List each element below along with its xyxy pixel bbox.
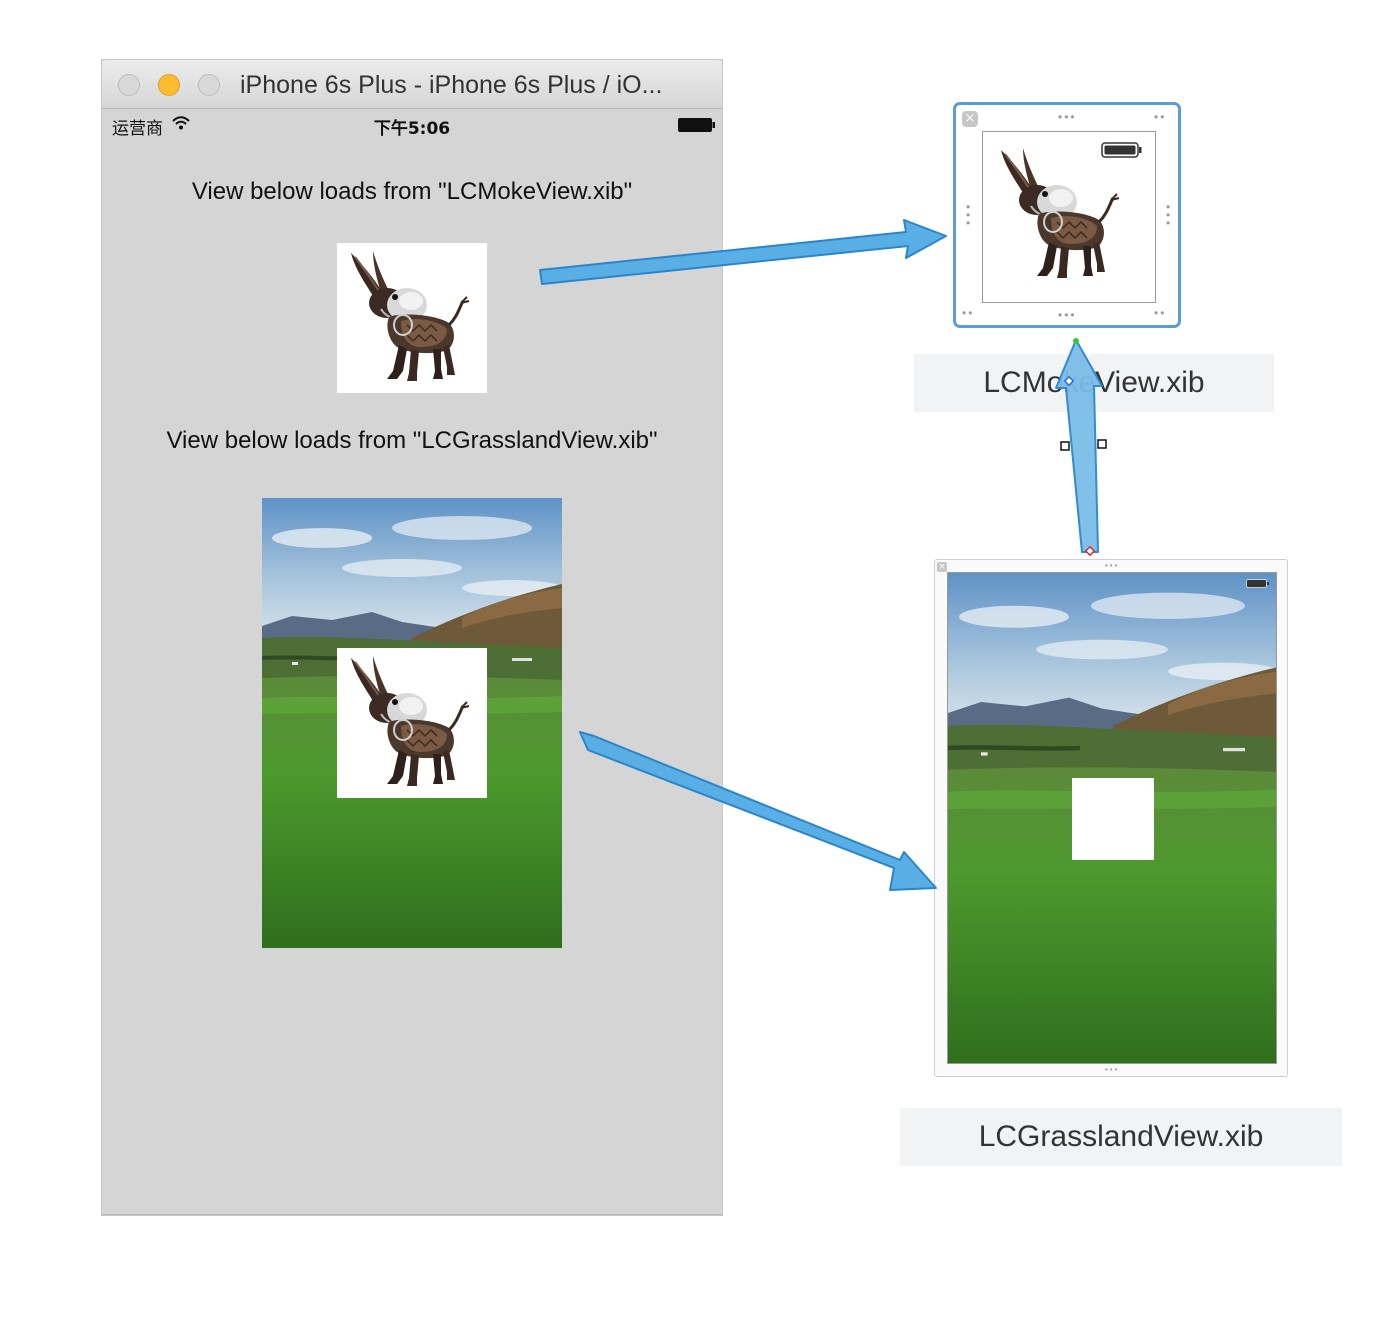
grassland-view-root[interactable] [947,572,1277,1064]
moke-view-placeholder[interactable] [1072,778,1154,860]
moke-view-caption: View below loads from "LCMokeView.xib" [191,178,633,205]
nested-moke-view [337,648,487,798]
window-title: iPhone 6s Plus - iPhone 6s Plus / iO... [240,71,663,99]
grassland-view-caption: View below loads from "LCGrasslandView.x… [166,427,658,454]
simulator-window: iPhone 6s Plus - iPhone 6s Plus / iO... … [102,60,722,1215]
donkey-image [337,648,487,798]
resize-handle-bottom[interactable]: ••• [1105,1066,1119,1074]
battery-icon [1101,142,1143,163]
selection-handle-left [1060,441,1070,451]
moke-view-xib-label[interactable]: LCMokeView.xib [914,354,1274,412]
selection-handle-right [1097,439,1107,449]
battery-icon [678,118,716,137]
status-bar: 运营商 下午5:06 [102,110,722,139]
resize-handle-right[interactable]: • • • [1166,201,1170,229]
close-icon[interactable]: × [962,111,978,127]
resize-handle-bottom-right[interactable]: •• [1154,307,1166,319]
grassland-view-xib-label[interactable]: LCGrasslandView.xib [900,1108,1342,1166]
close-icon[interactable]: × [937,562,947,572]
battery-icon [1246,579,1270,588]
resize-handle-top[interactable]: ••• [1058,111,1077,123]
status-time: 下午5:06 [373,119,451,139]
window-close-button[interactable] [118,74,140,96]
moke-view-instance [337,243,487,393]
grassland-view-xib-canvas[interactable]: × ••• ••• [934,559,1288,1077]
resize-handle-top-right[interactable]: •• [1154,111,1166,123]
resize-handle-left[interactable]: • • • [966,201,970,229]
moke-view-root[interactable] [982,131,1156,303]
connection-handle-top [1073,338,1079,344]
donkey-image [337,243,487,393]
resize-handle-bottom-left[interactable]: •• [962,307,974,319]
window-minimize-button[interactable] [158,74,180,96]
connection-handle-bottom [1084,545,1096,557]
window-titlebar[interactable]: iPhone 6s Plus - iPhone 6s Plus / iO... [102,60,722,109]
resize-handle-top[interactable]: ••• [1105,562,1119,570]
grassland-view-instance [262,498,562,948]
window-zoom-button[interactable] [198,74,220,96]
resize-handle-bottom[interactable]: ••• [1058,309,1077,321]
moke-view-xib-canvas[interactable]: × ••• ••• •• •• •• • • • • • • [953,102,1181,328]
